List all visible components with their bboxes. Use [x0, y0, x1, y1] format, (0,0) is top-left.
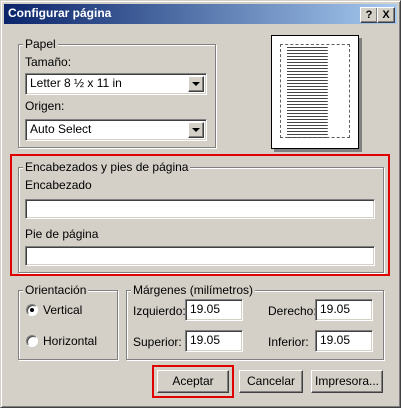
cancel-button[interactable]: Cancelar — [239, 370, 303, 393]
top-margin-value: 19.05 — [190, 333, 221, 347]
horizontal-radio[interactable]: Horizontal — [26, 334, 111, 350]
chevron-down-icon — [192, 128, 200, 132]
bottom-margin-value: 19.05 — [320, 333, 351, 347]
radio-button-icon — [26, 335, 38, 347]
bottom-margin-label: Inferior: — [268, 335, 309, 349]
horizontal-label: Horizontal — [43, 334, 98, 348]
printer-button[interactable]: Impresora... — [311, 370, 383, 393]
paper-legend: Papel — [23, 37, 58, 51]
left-margin-label: Izquierdo: — [133, 304, 186, 318]
paper-source-value: Auto Select — [30, 122, 92, 136]
vertical-label: Vertical — [43, 303, 83, 317]
page-preview-text-lines — [280, 44, 350, 138]
window-title: Configurar página — [8, 6, 112, 20]
paper-source-label: Origen: — [25, 99, 65, 113]
vertical-radio[interactable]: Vertical — [26, 303, 111, 319]
right-margin-label: Derecho: — [268, 304, 317, 318]
paper-size-select[interactable]: Letter 8 ½ x 11 in — [25, 73, 207, 95]
right-margin-input[interactable]: 19.05 — [315, 299, 373, 321]
page-preview-image — [271, 35, 359, 149]
paper-source-select[interactable]: Auto Select — [25, 119, 207, 141]
help-button[interactable]: ? — [360, 7, 378, 23]
bottom-margin-input[interactable]: 19.05 — [315, 330, 373, 352]
orientation-legend: Orientación — [23, 283, 89, 297]
right-margin-value: 19.05 — [320, 302, 351, 316]
paper-size-value: Letter 8 ½ x 11 in — [30, 76, 122, 90]
margins-legend: Márgenes (milímetros) — [131, 283, 256, 297]
top-margin-input[interactable]: 19.05 — [185, 330, 243, 352]
highlight-ok-button — [152, 365, 234, 398]
page-setup-dialog: Configurar página ? X Papel Tamaño: Lett… — [0, 0, 401, 408]
paper-source-dropdown-button[interactable] — [188, 122, 204, 138]
left-margin-value: 19.05 — [190, 302, 221, 316]
radio-selected-dot — [30, 308, 34, 312]
chevron-down-icon — [192, 82, 200, 86]
top-margin-label: Superior: — [133, 335, 182, 349]
paper-size-label: Tamaño: — [25, 55, 72, 69]
highlight-headers-footers — [10, 154, 390, 276]
left-margin-input[interactable]: 19.05 — [185, 299, 243, 321]
paper-size-dropdown-button[interactable] — [188, 76, 204, 92]
radio-button-icon — [26, 304, 38, 316]
close-button[interactable]: X — [377, 7, 395, 23]
title-bar[interactable]: Configurar página ? X — [4, 4, 397, 24]
